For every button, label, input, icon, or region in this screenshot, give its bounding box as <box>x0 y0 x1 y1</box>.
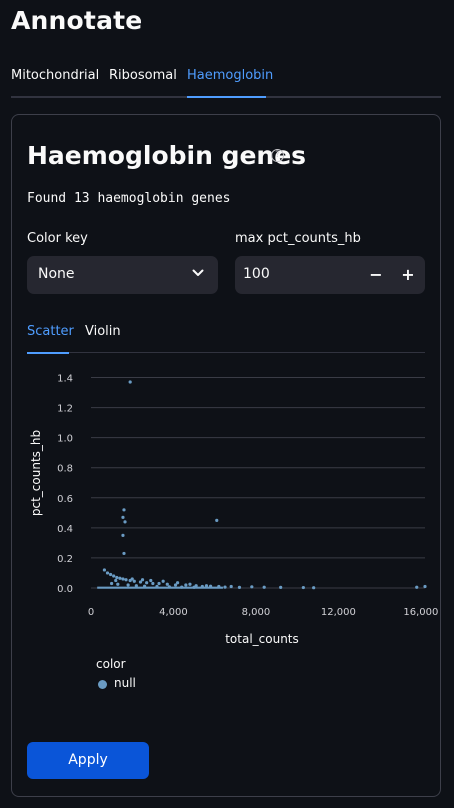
data-point <box>157 581 161 586</box>
haemoglobin-panel: Haemoglobin genes ? Found 13 haemoglobin… <box>11 114 441 797</box>
tab-haemoglobin[interactable]: Haemoglobin <box>187 68 273 83</box>
data-point <box>121 533 125 537</box>
x-tick-label: 12,000 <box>321 607 356 618</box>
data-point <box>122 508 126 512</box>
data-point <box>102 568 107 572</box>
data-point <box>423 584 427 589</box>
x-tick-label: 8,000 <box>242 607 271 618</box>
y-tick-label: 1.0 <box>57 434 73 445</box>
data-point <box>180 585 184 589</box>
data-point <box>192 585 196 589</box>
data-point <box>115 575 119 580</box>
data-point <box>123 520 127 524</box>
data-point <box>118 576 122 580</box>
data-point <box>124 578 128 582</box>
data-point <box>130 577 134 581</box>
tab-bar: Mitochondrial Ribosomal Haemoglobin <box>11 60 441 98</box>
data-point <box>112 574 116 578</box>
y-tick-label: 0.4 <box>57 524 73 535</box>
data-point <box>262 585 266 589</box>
data-point <box>167 585 171 589</box>
data-point <box>208 584 213 588</box>
data-point <box>145 581 149 585</box>
data-point <box>126 583 130 587</box>
data-point <box>215 518 219 522</box>
legend-swatch <box>98 680 107 689</box>
data-point <box>188 582 192 586</box>
data-point <box>149 578 153 583</box>
data-point <box>237 585 242 589</box>
data-point <box>140 578 145 582</box>
apply-button[interactable]: Apply <box>27 742 149 779</box>
y-tick-label: 1.4 <box>57 374 73 385</box>
data-point <box>161 579 165 583</box>
legend-title: color <box>96 657 126 671</box>
y-tick-label: 0.8 <box>57 464 73 475</box>
data-point <box>200 584 204 589</box>
x-tick-label: 0 <box>88 607 94 618</box>
y-axis-label: pct_counts_hb <box>29 430 43 516</box>
data-point <box>229 584 233 589</box>
tab-ribosomal[interactable]: Ribosomal <box>109 68 177 83</box>
data-point <box>105 571 110 575</box>
data-point <box>217 584 221 589</box>
data-point <box>175 581 180 585</box>
data-point <box>155 584 159 589</box>
scatter-chart[interactable]: 0.0 0.2 0.4 0.6 0.8 1.0 1.2 1.4 0 4,000 8,000 12,00… <box>12 115 440 655</box>
data-point <box>116 582 120 586</box>
data-point <box>415 585 419 589</box>
data-point <box>250 585 254 589</box>
data-point <box>204 584 209 588</box>
y-tick-label: 0.0 <box>57 584 73 595</box>
data-point <box>121 577 125 581</box>
x-tick-label: 16,000 <box>403 607 438 618</box>
y-tick-label: 1.2 <box>57 404 73 415</box>
page-title: Annotate <box>11 6 143 35</box>
data-point <box>151 581 155 586</box>
data-point <box>122 551 126 556</box>
data-point <box>301 585 305 590</box>
data-point <box>165 582 169 586</box>
legend-label: null <box>114 676 136 690</box>
x-axis-label: total_counts <box>225 632 299 646</box>
data-point <box>108 572 113 577</box>
data-point <box>312 586 316 590</box>
y-tick-label: 0.2 <box>57 554 73 565</box>
data-point <box>279 585 283 589</box>
data-point <box>114 578 118 583</box>
data-point <box>121 515 125 519</box>
y-tick-label: 0.6 <box>57 494 73 505</box>
data-point <box>128 380 132 384</box>
tab-active-indicator <box>187 96 266 98</box>
data-point <box>223 585 227 589</box>
data-point <box>110 581 114 586</box>
data-point <box>184 583 188 587</box>
x-tick-label: 4,000 <box>159 607 188 618</box>
data-point <box>134 584 138 588</box>
data-point <box>143 584 147 588</box>
tab-mitochondrial[interactable]: Mitochondrial <box>11 68 99 83</box>
